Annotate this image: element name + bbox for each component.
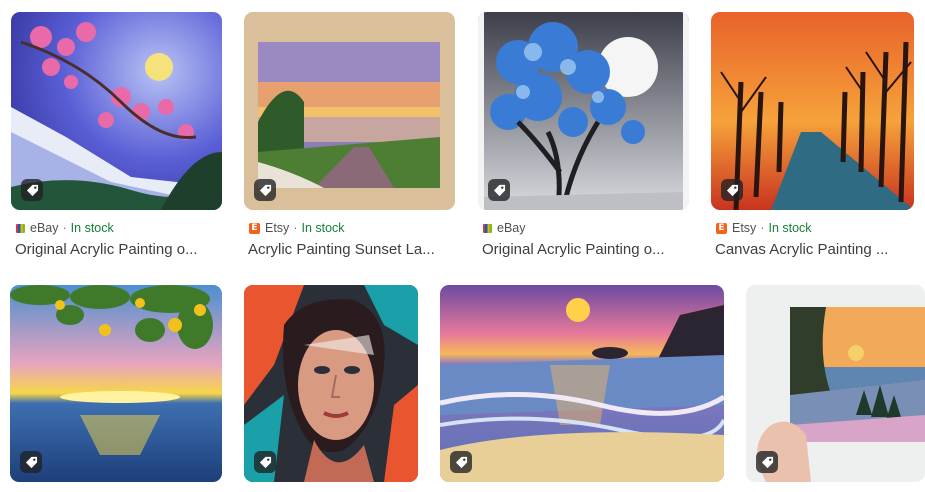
cherry-blossom-painting: [11, 12, 222, 210]
separator: ·: [293, 221, 298, 235]
result-card-3[interactable]: eBay Original Acrylic Painting o...: [478, 12, 689, 262]
shopping-tag-icon: [254, 451, 276, 473]
result-image-7[interactable]: [440, 285, 724, 482]
result-card-1[interactable]: eBay · In stock Original Acrylic Paintin…: [11, 12, 222, 262]
result-title-4[interactable]: Canvas Acrylic Painting ...: [715, 240, 912, 260]
result-title-2[interactable]: Acrylic Painting Sunset La...: [248, 240, 453, 260]
result-card-4[interactable]: E Etsy · In stock Canvas Acrylic Paintin…: [711, 12, 914, 262]
shopping-tag-icon: [756, 451, 778, 473]
shopping-tag-icon: [21, 179, 43, 201]
result-meta-1: eBay · In stock: [16, 220, 114, 236]
result-image-2[interactable]: [244, 12, 455, 210]
result-title-3[interactable]: Original Acrylic Painting o...: [482, 240, 687, 260]
shopping-tag-icon: [488, 179, 510, 201]
result-image-6[interactable]: [244, 285, 418, 482]
etsy-icon: E: [249, 222, 260, 234]
shopping-tag-icon: [254, 179, 276, 201]
result-meta-2: E Etsy · In stock: [249, 220, 345, 236]
stock-status: In stock: [301, 221, 345, 235]
result-meta-3: eBay: [483, 220, 526, 236]
source-name: eBay: [30, 221, 59, 235]
shopping-tag-icon: [721, 179, 743, 201]
shopping-tag-icon: [20, 451, 42, 473]
stock-status: In stock: [768, 221, 812, 235]
result-image-1[interactable]: [11, 12, 222, 210]
source-name: Etsy: [732, 221, 757, 235]
lemon-branch-sunset-sea-painting: [10, 285, 222, 482]
separator: ·: [62, 221, 67, 235]
result-card-2[interactable]: E Etsy · In stock Acrylic Painting Sunse…: [244, 12, 455, 262]
sunset-landscape-painting: [244, 12, 455, 210]
result-meta-4: E Etsy · In stock: [716, 220, 812, 236]
sunset-beach-waves-painting: [440, 285, 724, 482]
shopping-tag-icon: [450, 451, 472, 473]
result-image-8[interactable]: [746, 285, 925, 482]
result-title-1[interactable]: Original Acrylic Painting o...: [15, 240, 220, 260]
result-image-5[interactable]: [10, 285, 222, 482]
result-image-3[interactable]: [478, 12, 689, 210]
blue-tree-moon-painting: [478, 12, 689, 210]
result-image-4[interactable]: [711, 12, 914, 210]
ebay-icon: [483, 223, 492, 233]
etsy-icon: E: [716, 222, 727, 234]
ebay-icon: [16, 223, 25, 233]
source-name: Etsy: [265, 221, 290, 235]
separator: ·: [760, 221, 765, 235]
source-name: eBay: [497, 221, 526, 235]
stock-status: In stock: [70, 221, 114, 235]
